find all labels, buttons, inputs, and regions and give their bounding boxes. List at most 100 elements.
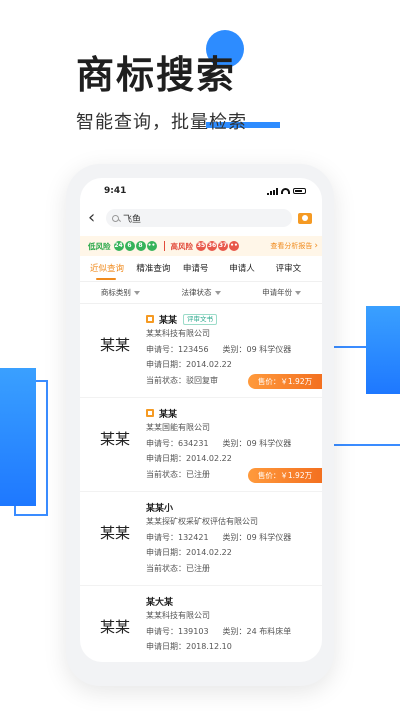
app-no-value: 139103 bbox=[178, 626, 209, 636]
result-item[interactable]: 某某 某大某 某某科技有限公司 申请号：139103 类别：24 布料床单 申请日… bbox=[80, 586, 322, 662]
tab-similar-search[interactable]: 近似查询 bbox=[90, 256, 136, 282]
result-name-row: 某大某 bbox=[146, 594, 322, 608]
low-risk-count: •• bbox=[146, 241, 157, 251]
filter-legal-status[interactable]: 法律状态 bbox=[161, 287, 242, 298]
app-date-line: 申请日期：2018.12.10 bbox=[146, 639, 322, 655]
result-item[interactable]: 某某 某某 评审文书 某某科技有限公司 申请号：123456 类别：09 科学仪器… bbox=[80, 304, 322, 398]
category-value: 09 科学仪器 bbox=[246, 438, 292, 448]
result-name-row: 某某小 bbox=[146, 500, 322, 514]
result-name-row: 某某 bbox=[146, 406, 322, 420]
dropdown-arrow-icon bbox=[214, 291, 221, 295]
tab-exact-search[interactable]: 精准查询 bbox=[136, 256, 182, 282]
search-query: 飞鱼 bbox=[123, 214, 142, 225]
price-tag[interactable]: 售价：￥1.92万 bbox=[248, 468, 322, 483]
trademark-name: 某某 bbox=[159, 409, 178, 420]
high-risk-count: •• bbox=[229, 241, 239, 251]
filter-category[interactable]: 商标类别 bbox=[80, 287, 161, 298]
app-date-label: 申请日期： bbox=[146, 360, 186, 369]
category-label: 类别： bbox=[222, 626, 247, 636]
status-value: 已注册 bbox=[186, 469, 210, 479]
category-value: 09 科学仪器 bbox=[246, 532, 292, 542]
category-label: 类别： bbox=[222, 438, 247, 448]
status-value: 已注册 bbox=[186, 563, 210, 573]
app-date-label: 申请日期： bbox=[146, 548, 186, 557]
search-row: ‹ 飞鱼 bbox=[80, 204, 322, 232]
hero-subtitle: 智能查询，批量检索 bbox=[76, 112, 247, 133]
app-no-line: 申请号：139103 类别：24 布料床单 bbox=[146, 624, 322, 640]
tab-applicant[interactable]: 申请人 bbox=[229, 256, 275, 282]
trademark-thumbnail: 某某 bbox=[99, 618, 130, 636]
app-no-line: 申请号：123456 类别：09 科学仪器 bbox=[146, 342, 322, 358]
category-value: 24 布料床单 bbox=[246, 626, 292, 636]
status-line: 当前状态：已注册 bbox=[146, 561, 322, 577]
filter-legal-status-label: 法律状态 bbox=[181, 288, 212, 297]
camera-icon[interactable] bbox=[298, 212, 312, 224]
low-risk-count: 6 bbox=[124, 241, 135, 251]
app-date-label: 申请日期： bbox=[146, 454, 186, 463]
filter-category-label: 商标类别 bbox=[100, 288, 131, 297]
price-tag[interactable]: 售价：￥1.92万 bbox=[248, 374, 322, 389]
search-mode-tabs: 近似查询 精准查询 申请号 申请人 评审文 bbox=[80, 256, 322, 282]
trademark-thumbnail: 某某 bbox=[99, 336, 130, 354]
low-risk-label: 低风险 bbox=[88, 241, 111, 251]
signal-icon bbox=[267, 187, 278, 195]
company-name: 某某探矿权采矿权评估有限公司 bbox=[146, 517, 258, 526]
status-value: 驳回复审 bbox=[186, 375, 218, 385]
trademark-name: 某某 bbox=[159, 315, 178, 326]
battery-icon bbox=[293, 188, 306, 194]
chevron-right-icon[interactable]: › bbox=[314, 241, 318, 251]
result-item[interactable]: 某某 某某 某某国能有限公司 申请号：634231 类别：09 科学仪器 申请日期… bbox=[80, 398, 322, 492]
trademark-icon bbox=[146, 315, 154, 323]
app-date-value: 2018.12.10 bbox=[186, 642, 232, 651]
app-date-line: 申请日期：2014.02.22 bbox=[146, 545, 322, 561]
category-value: 09 科学仪器 bbox=[246, 344, 292, 354]
search-input[interactable]: 飞鱼 bbox=[106, 209, 292, 227]
tab-review-documents[interactable]: 评审文 bbox=[276, 256, 322, 282]
app-no-label: 申请号： bbox=[146, 626, 178, 636]
app-date-line: 申请日期：2014.02.22 bbox=[146, 451, 322, 467]
decoration-right-block bbox=[366, 306, 400, 394]
risk-divider bbox=[163, 241, 165, 251]
app-no-line: 申请号：634231 类别：09 科学仪器 bbox=[146, 436, 322, 452]
result-info: 某大某 某某科技有限公司 申请号：139103 类别：24 布料床单 申请日期：2… bbox=[146, 594, 322, 655]
dropdown-arrow-icon bbox=[133, 291, 140, 295]
app-date-line: 申请日期：2014.02.22 bbox=[146, 357, 322, 373]
filter-application-year[interactable]: 申请年份 bbox=[241, 287, 322, 298]
high-risk-label: 高风险 bbox=[170, 241, 194, 251]
wifi-icon bbox=[281, 188, 290, 194]
result-info: 某某小 某某探矿权采矿权评估有限公司 申请号：132421 类别：09 科学仪器 … bbox=[146, 500, 322, 576]
phone-screen: 9:41 ‹ 飞鱼 低风险 24 6 8 •• 高风险 35 36 37 •• … bbox=[80, 178, 322, 662]
category-label: 类别： bbox=[222, 344, 247, 354]
app-no-value: 634231 bbox=[178, 438, 209, 448]
status-label: 当前状态： bbox=[146, 375, 186, 385]
category-label: 类别： bbox=[222, 532, 247, 542]
status-label: 当前状态： bbox=[146, 469, 186, 479]
dropdown-arrow-icon bbox=[295, 291, 302, 295]
low-risk-count: 24 bbox=[113, 241, 124, 251]
tab-application-number[interactable]: 申请号 bbox=[183, 256, 229, 282]
hero-title: 商标搜索 bbox=[76, 53, 237, 97]
app-date-value: 2014.02.22 bbox=[186, 548, 232, 557]
high-risk-count: 36 bbox=[207, 241, 217, 251]
view-report-link[interactable]: 查看分析报告 bbox=[270, 241, 312, 251]
status-time: 9:41 bbox=[104, 186, 127, 196]
back-arrow-icon[interactable]: ‹ bbox=[88, 209, 100, 227]
trademark-thumbnail: 某某 bbox=[99, 430, 130, 448]
filter-bar: 商标类别 法律状态 申请年份 bbox=[80, 282, 322, 304]
app-date-label: 申请日期： bbox=[146, 642, 186, 651]
decoration-left-block bbox=[0, 368, 36, 506]
search-icon bbox=[112, 214, 119, 222]
status-bar: 9:41 bbox=[80, 178, 322, 204]
app-no-label: 申请号： bbox=[146, 438, 178, 448]
app-no-line: 申请号：132421 类别：09 科学仪器 bbox=[146, 530, 322, 546]
app-no-value: 132421 bbox=[178, 532, 209, 542]
trademark-thumbnail: 某某 bbox=[99, 524, 130, 542]
review-doc-badge: 评审文书 bbox=[183, 313, 218, 325]
app-no-value: 123456 bbox=[178, 344, 209, 354]
filter-application-year-label: 申请年份 bbox=[262, 288, 293, 297]
company-name: 某某国能有限公司 bbox=[146, 423, 210, 432]
result-item[interactable]: 某某 某某小 某某探矿权采矿权评估有限公司 申请号：132421 类别：09 科学… bbox=[80, 492, 322, 586]
high-risk-count: 37 bbox=[218, 241, 228, 251]
status-icons bbox=[267, 187, 306, 195]
app-date-value: 2014.02.22 bbox=[186, 454, 232, 463]
